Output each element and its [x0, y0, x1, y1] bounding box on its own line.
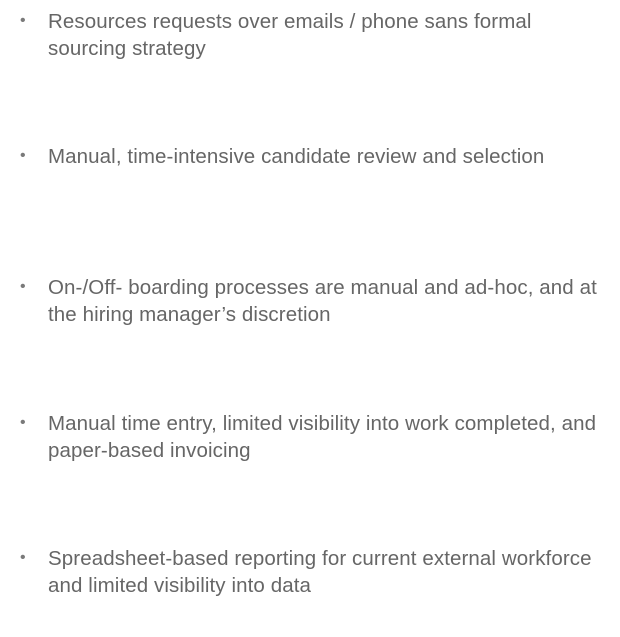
- bullet-marker: •: [20, 549, 26, 566]
- bullet-list: • Resources requests over emails / phone…: [0, 0, 620, 637]
- bullet-text: Resources requests over emails / phone s…: [48, 10, 532, 60]
- bullet-marker: •: [20, 278, 26, 295]
- bullet-text: Manual, time-intensive candidate review …: [48, 145, 545, 168]
- bullet-text: Manual time entry, limited visibility in…: [48, 412, 597, 462]
- bullet-text: Spreadsheet-based reporting for current …: [48, 547, 592, 597]
- bullet-marker: •: [20, 147, 26, 164]
- bullet-text: On-/Off- boarding processes are manual a…: [48, 276, 597, 326]
- bullet-marker: •: [20, 12, 26, 29]
- bullet-marker: •: [20, 414, 26, 431]
